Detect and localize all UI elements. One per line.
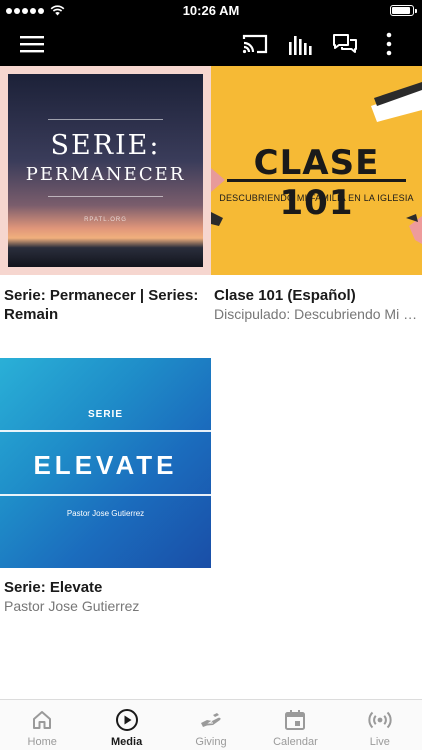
tab-giving[interactable]: Giving (169, 700, 253, 750)
artwork-headline: ELEVATE (33, 450, 178, 480)
chat-bubbles-icon[interactable] (331, 30, 359, 58)
divider (48, 196, 163, 197)
media-item-title: Clase 101 (Español) (214, 287, 356, 304)
calendar-icon (282, 708, 308, 732)
tab-media[interactable]: Media (84, 700, 168, 750)
media-item-subtitle: Discipulado: Descubriendo Mi Familia en … (214, 306, 418, 322)
tab-live[interactable]: Live (338, 700, 422, 750)
tab-label: Giving (195, 736, 227, 748)
artwork-headline: CLASE 101 (253, 143, 380, 223)
giving-hand-icon (198, 708, 224, 732)
status-time: 10:26 AM (182, 3, 240, 18)
artwork-tagline: DESCUBRIENDO MI FAMILIA EN LA IGLESIA (219, 193, 414, 203)
headline-underline (227, 179, 406, 182)
media-item-thumbnail-elevate[interactable]: SERIE ELEVATE Pastor Jose Gutierrez (0, 358, 211, 568)
top-nav-bar (0, 22, 422, 66)
artwork-line2: PERMANECER (25, 164, 186, 185)
bars-icon[interactable] (286, 30, 314, 58)
band-divider (0, 430, 211, 432)
tab-calendar[interactable]: Calendar (253, 700, 337, 750)
tab-label: Live (369, 736, 390, 748)
media-item-thumbnail-clase-101[interactable]: CLASE 101 DESCUBRIENDO MI FAMILIA EN LA … (211, 66, 422, 275)
media-item-title: Serie: Elevate (4, 579, 103, 596)
cast-icon[interactable] (241, 30, 269, 58)
divider (48, 119, 163, 120)
artwork-website: RPATL.ORG (84, 217, 127, 223)
media-item-thumbnail-permanecer[interactable]: SERIE: PERMANECER RPATL.ORG (0, 66, 211, 275)
live-broadcast-icon (367, 708, 393, 732)
tab-home[interactable]: Home (0, 700, 84, 750)
band-divider (0, 494, 211, 496)
bottom-tab-bar: Home Media Giving Calendar Live (0, 699, 422, 750)
battery-icon (390, 5, 417, 16)
media-item-caption[interactable]: Serie: Elevate Pastor Jose Gutierrez (4, 578, 207, 615)
tab-label: Home (27, 736, 57, 748)
artwork-line1: SERIE: (50, 130, 161, 161)
artwork-byline: Pastor Jose Gutierrez (66, 509, 145, 518)
battery-fill (392, 7, 411, 14)
tab-label: Media (111, 736, 143, 748)
play-circle-icon (114, 708, 140, 732)
status-bar: 10:26 AM (0, 0, 422, 22)
tab-label: Calendar (273, 736, 318, 748)
media-item-title: Serie: Permanecer | Series: Remain (4, 287, 199, 323)
media-item-caption[interactable]: Serie: Permanecer | Series: Remain (4, 286, 207, 324)
more-vertical-icon[interactable] (375, 30, 403, 58)
artwork-label: SERIE (87, 409, 123, 420)
home-icon (29, 708, 55, 732)
permanecer-artwork: SERIE: PERMANECER RPATL.ORG (8, 74, 203, 267)
media-item-caption[interactable]: Clase 101 (Español) Discipulado: Descubr… (214, 286, 418, 323)
hamburger-menu-icon[interactable] (18, 30, 46, 58)
media-item-subtitle: Pastor Jose Gutierrez (4, 598, 140, 614)
